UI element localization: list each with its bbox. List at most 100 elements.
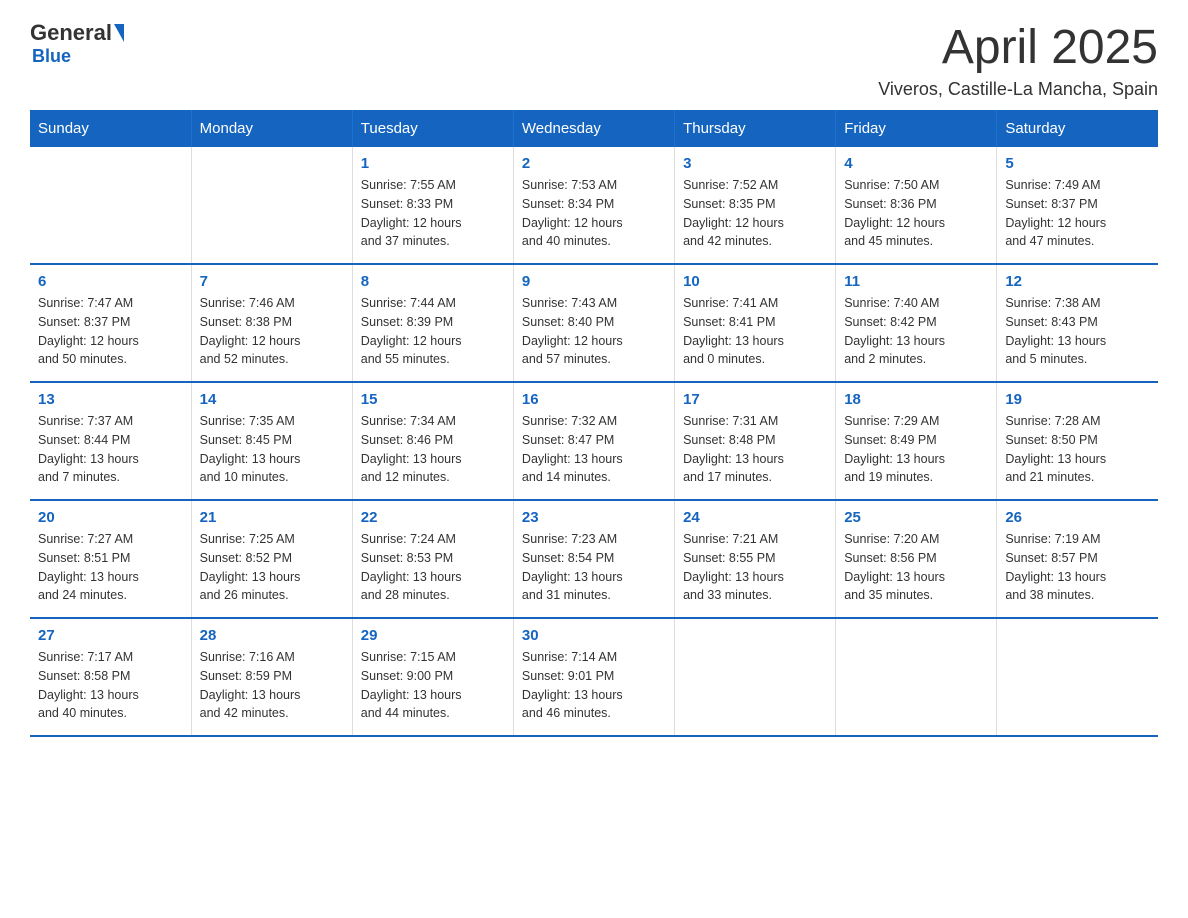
day-cell: 25 Sunrise: 7:20 AM Sunset: 8:56 PM Dayli… <box>836 500 997 618</box>
day-number: 13 <box>38 391 183 408</box>
header-cell-thursday: Thursday <box>675 110 836 147</box>
day-info: Sunrise: 7:19 AM Sunset: 8:57 PM Dayligh… <box>1005 530 1150 605</box>
day-info: Sunrise: 7:24 AM Sunset: 8:53 PM Dayligh… <box>361 530 505 605</box>
day-info: Sunrise: 7:23 AM Sunset: 8:54 PM Dayligh… <box>522 530 666 605</box>
day-number: 10 <box>683 273 827 290</box>
day-cell: 19 Sunrise: 7:28 AM Sunset: 8:50 PM Dayli… <box>997 382 1158 500</box>
header-cell-friday: Friday <box>836 110 997 147</box>
day-info: Sunrise: 7:28 AM Sunset: 8:50 PM Dayligh… <box>1005 412 1150 487</box>
logo-sub-text: Blue <box>32 46 71 67</box>
day-cell: 5 Sunrise: 7:49 AM Sunset: 8:37 PM Daylig… <box>997 147 1158 264</box>
day-info: Sunrise: 7:35 AM Sunset: 8:45 PM Dayligh… <box>200 412 344 487</box>
day-number: 29 <box>361 627 505 644</box>
day-number: 30 <box>522 627 666 644</box>
day-info: Sunrise: 7:14 AM Sunset: 9:01 PM Dayligh… <box>522 648 666 723</box>
day-info: Sunrise: 7:52 AM Sunset: 8:35 PM Dayligh… <box>683 176 827 251</box>
day-info: Sunrise: 7:43 AM Sunset: 8:40 PM Dayligh… <box>522 294 666 369</box>
day-number: 9 <box>522 273 666 290</box>
day-number: 12 <box>1005 273 1150 290</box>
header-row: SundayMondayTuesdayWednesdayThursdayFrid… <box>30 110 1158 147</box>
day-number: 8 <box>361 273 505 290</box>
day-cell <box>675 618 836 736</box>
day-info: Sunrise: 7:47 AM Sunset: 8:37 PM Dayligh… <box>38 294 183 369</box>
day-cell: 11Sunrise: 7:40 AM Sunset: 8:42 PM Dayli… <box>836 264 997 382</box>
day-cell: 6Sunrise: 7:47 AM Sunset: 8:37 PM Daylig… <box>30 264 191 382</box>
day-number: 14 <box>200 391 344 408</box>
day-number: 27 <box>38 627 183 644</box>
header-cell-sunday: Sunday <box>30 110 191 147</box>
week-row-2: 6Sunrise: 7:47 AM Sunset: 8:37 PM Daylig… <box>30 264 1158 382</box>
week-row-3: 13 Sunrise: 7:37 AM Sunset: 8:44 PM Dayli… <box>30 382 1158 500</box>
day-cell: 12 Sunrise: 7:38 AM Sunset: 8:43 PM Dayli… <box>997 264 1158 382</box>
calendar-table: SundayMondayTuesdayWednesdayThursdayFrid… <box>30 110 1158 737</box>
day-number: 19 <box>1005 391 1150 408</box>
day-info: Sunrise: 7:15 AM Sunset: 9:00 PM Dayligh… <box>361 648 505 723</box>
day-info: Sunrise: 7:53 AM Sunset: 8:34 PM Dayligh… <box>522 176 666 251</box>
day-cell: 2Sunrise: 7:53 AM Sunset: 8:34 PM Daylig… <box>513 147 674 264</box>
week-row-4: 20 Sunrise: 7:27 AM Sunset: 8:51 PM Dayli… <box>30 500 1158 618</box>
day-number: 15 <box>361 391 505 408</box>
day-cell: 16Sunrise: 7:32 AM Sunset: 8:47 PM Dayli… <box>513 382 674 500</box>
day-cell: 30 Sunrise: 7:14 AM Sunset: 9:01 PM Dayli… <box>513 618 674 736</box>
day-number: 26 <box>1005 509 1150 526</box>
day-cell <box>836 618 997 736</box>
day-number: 7 <box>200 273 344 290</box>
week-row-5: 27Sunrise: 7:17 AM Sunset: 8:58 PM Dayli… <box>30 618 1158 736</box>
location-subtitle: Viveros, Castille-La Mancha, Spain <box>878 79 1158 100</box>
day-number: 1 <box>361 155 505 172</box>
title-block: April 2025 Viveros, Castille-La Mancha, … <box>878 20 1158 100</box>
header-cell-wednesday: Wednesday <box>513 110 674 147</box>
day-cell: 29 Sunrise: 7:15 AM Sunset: 9:00 PM Dayli… <box>352 618 513 736</box>
day-info: Sunrise: 7:46 AM Sunset: 8:38 PM Dayligh… <box>200 294 344 369</box>
week-row-1: 1 Sunrise: 7:55 AM Sunset: 8:33 PM Daylig… <box>30 147 1158 264</box>
day-number: 11 <box>844 273 988 290</box>
month-year-title: April 2025 <box>878 20 1158 75</box>
day-number: 22 <box>361 509 505 526</box>
day-cell: 9 Sunrise: 7:43 AM Sunset: 8:40 PM Daylig… <box>513 264 674 382</box>
page-header: General Blue April 2025 Viveros, Castill… <box>30 20 1158 100</box>
day-cell: 15Sunrise: 7:34 AM Sunset: 8:46 PM Dayli… <box>352 382 513 500</box>
day-number: 5 <box>1005 155 1150 172</box>
day-info: Sunrise: 7:16 AM Sunset: 8:59 PM Dayligh… <box>200 648 344 723</box>
day-cell: 18Sunrise: 7:29 AM Sunset: 8:49 PM Dayli… <box>836 382 997 500</box>
day-cell <box>30 147 191 264</box>
day-info: Sunrise: 7:55 AM Sunset: 8:33 PM Dayligh… <box>361 176 505 251</box>
day-number: 20 <box>38 509 183 526</box>
day-info: Sunrise: 7:49 AM Sunset: 8:37 PM Dayligh… <box>1005 176 1150 251</box>
day-cell: 3 Sunrise: 7:52 AM Sunset: 8:35 PM Daylig… <box>675 147 836 264</box>
header-cell-monday: Monday <box>191 110 352 147</box>
header-cell-tuesday: Tuesday <box>352 110 513 147</box>
day-number: 18 <box>844 391 988 408</box>
day-cell: 28 Sunrise: 7:16 AM Sunset: 8:59 PM Dayli… <box>191 618 352 736</box>
day-number: 4 <box>844 155 988 172</box>
day-number: 16 <box>522 391 666 408</box>
day-info: Sunrise: 7:27 AM Sunset: 8:51 PM Dayligh… <box>38 530 183 605</box>
day-number: 23 <box>522 509 666 526</box>
day-number: 28 <box>200 627 344 644</box>
day-info: Sunrise: 7:31 AM Sunset: 8:48 PM Dayligh… <box>683 412 827 487</box>
day-cell: 14 Sunrise: 7:35 AM Sunset: 8:45 PM Dayli… <box>191 382 352 500</box>
day-cell <box>191 147 352 264</box>
logo-general-text: General <box>30 20 112 46</box>
day-info: Sunrise: 7:44 AM Sunset: 8:39 PM Dayligh… <box>361 294 505 369</box>
day-info: Sunrise: 7:20 AM Sunset: 8:56 PM Dayligh… <box>844 530 988 605</box>
logo-triangle-icon <box>114 24 124 42</box>
day-cell: 24Sunrise: 7:21 AM Sunset: 8:55 PM Dayli… <box>675 500 836 618</box>
day-cell: 13 Sunrise: 7:37 AM Sunset: 8:44 PM Dayli… <box>30 382 191 500</box>
day-cell: 27Sunrise: 7:17 AM Sunset: 8:58 PM Dayli… <box>30 618 191 736</box>
day-info: Sunrise: 7:37 AM Sunset: 8:44 PM Dayligh… <box>38 412 183 487</box>
day-number: 3 <box>683 155 827 172</box>
day-info: Sunrise: 7:41 AM Sunset: 8:41 PM Dayligh… <box>683 294 827 369</box>
day-info: Sunrise: 7:21 AM Sunset: 8:55 PM Dayligh… <box>683 530 827 605</box>
day-cell <box>997 618 1158 736</box>
day-cell: 20 Sunrise: 7:27 AM Sunset: 8:51 PM Dayli… <box>30 500 191 618</box>
day-cell: 23 Sunrise: 7:23 AM Sunset: 8:54 PM Dayli… <box>513 500 674 618</box>
day-cell: 1 Sunrise: 7:55 AM Sunset: 8:33 PM Daylig… <box>352 147 513 264</box>
logo: General Blue <box>30 20 125 67</box>
day-info: Sunrise: 7:38 AM Sunset: 8:43 PM Dayligh… <box>1005 294 1150 369</box>
day-number: 21 <box>200 509 344 526</box>
day-cell: 21Sunrise: 7:25 AM Sunset: 8:52 PM Dayli… <box>191 500 352 618</box>
day-info: Sunrise: 7:50 AM Sunset: 8:36 PM Dayligh… <box>844 176 988 251</box>
header-cell-saturday: Saturday <box>997 110 1158 147</box>
day-number: 25 <box>844 509 988 526</box>
